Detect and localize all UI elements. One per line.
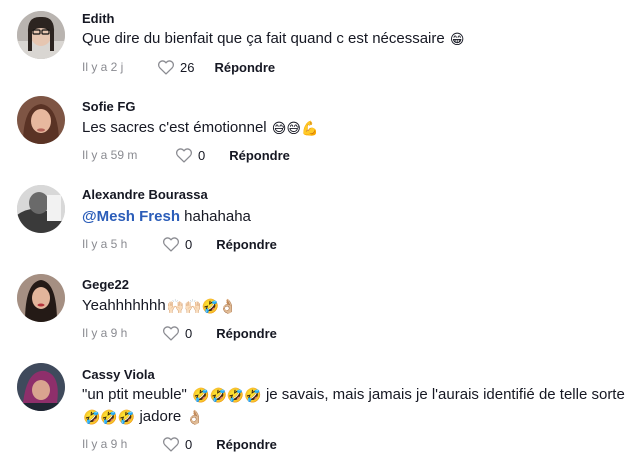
comment-timestamp: Il y a 9 h	[82, 437, 128, 451]
rolling-laughing-emoji: 🤣🤣🤣	[83, 410, 136, 426]
rolling-laughing-emoji: 🤣🤣🤣🤣	[192, 388, 262, 404]
heart-outline-icon	[162, 237, 180, 252]
comment-text-part: Yeahhhhhhh	[82, 297, 166, 314]
comment-text-part: je savais, mais jamais je l'aurais ident…	[261, 386, 625, 403]
like-button[interactable]: 0	[162, 236, 192, 252]
heart-outline-icon	[157, 60, 175, 75]
reply-button[interactable]: Répondre	[214, 60, 275, 75]
comment-author[interactable]: Sofie FG	[82, 99, 135, 114]
sweat-smile-and-flexed-biceps-emoji: 😅😅💪	[271, 121, 319, 137]
reply-button[interactable]: Répondre	[216, 237, 277, 252]
avatar[interactable]	[17, 185, 65, 233]
comment-text-part: hahahaha	[179, 208, 251, 225]
heart-outline-icon	[162, 437, 180, 452]
comment-text-part: jadore	[135, 408, 182, 425]
comment-author[interactable]: Cassy Viola	[82, 367, 155, 382]
like-button[interactable]: 0	[175, 147, 205, 163]
comment-timestamp: Il y a 2 j	[82, 60, 124, 74]
comment-text: Que dire du bienfait que ça fait quand c…	[82, 28, 630, 50]
comment-author[interactable]: Gege22	[82, 277, 129, 292]
comment-timestamp: Il y a 5 h	[82, 237, 128, 251]
avatar[interactable]	[17, 274, 65, 322]
comment-timestamp: Il y a 59 m	[82, 148, 138, 162]
like-count: 0	[185, 436, 193, 452]
like-count: 0	[198, 147, 206, 163]
grinning-face-emoji: 😁	[449, 32, 465, 48]
reply-button[interactable]: Répondre	[216, 326, 277, 341]
like-button[interactable]: 0	[162, 325, 192, 341]
avatar[interactable]	[17, 363, 65, 411]
comment-text: "un ptit meuble" 🤣🤣🤣🤣 je savais, mais ja…	[82, 384, 630, 428]
comment-text-part: Les sacres c'est émotionnel	[82, 119, 267, 136]
comment-meta: Il y a 5 h 0 Répondre	[82, 235, 277, 253]
comment-text: Les sacres c'est émotionnel 😅😅💪	[82, 117, 630, 139]
comment-meta: Il y a 9 h 0 Répondre	[82, 324, 277, 342]
comment-meta: Il y a 2 j 26 Répondre	[82, 58, 275, 76]
avatar[interactable]	[17, 96, 65, 144]
like-button[interactable]: 26	[157, 59, 194, 75]
ok-hand-emoji: 👌🏼	[186, 410, 204, 426]
heart-outline-icon	[162, 326, 180, 341]
comment-text-part: "un ptit meuble"	[82, 386, 187, 403]
comment-timestamp: Il y a 9 h	[82, 326, 128, 340]
user-mention-link[interactable]: @Mesh Fresh	[82, 208, 180, 225]
comment-meta: Il y a 59 m 0 Répondre	[82, 146, 290, 164]
comment-text-part: Que dire du bienfait que ça fait quand c…	[82, 30, 445, 47]
comment-author[interactable]: Edith	[82, 11, 115, 26]
heart-outline-icon	[175, 148, 193, 163]
like-count: 26	[180, 59, 195, 75]
like-button[interactable]: 0	[162, 436, 192, 452]
comment-author[interactable]: Alexandre Bourassa	[82, 187, 208, 202]
reply-button[interactable]: Répondre	[229, 148, 290, 163]
avatar[interactable]	[17, 11, 65, 59]
comment-meta: Il y a 9 h 0 Répondre	[82, 435, 277, 453]
reply-button[interactable]: Répondre	[216, 437, 277, 452]
like-count: 0	[185, 236, 193, 252]
comment-text: Yeahhhhhhh🙌🏻🙌🏻🤣👌🏼	[82, 295, 630, 317]
raising-hands-and-ok-hand-emoji: 🙌🏻🙌🏻🤣👌🏼	[166, 299, 237, 315]
like-count: 0	[185, 325, 193, 341]
comment-text: @Mesh Fresh hahahaha	[82, 206, 630, 228]
